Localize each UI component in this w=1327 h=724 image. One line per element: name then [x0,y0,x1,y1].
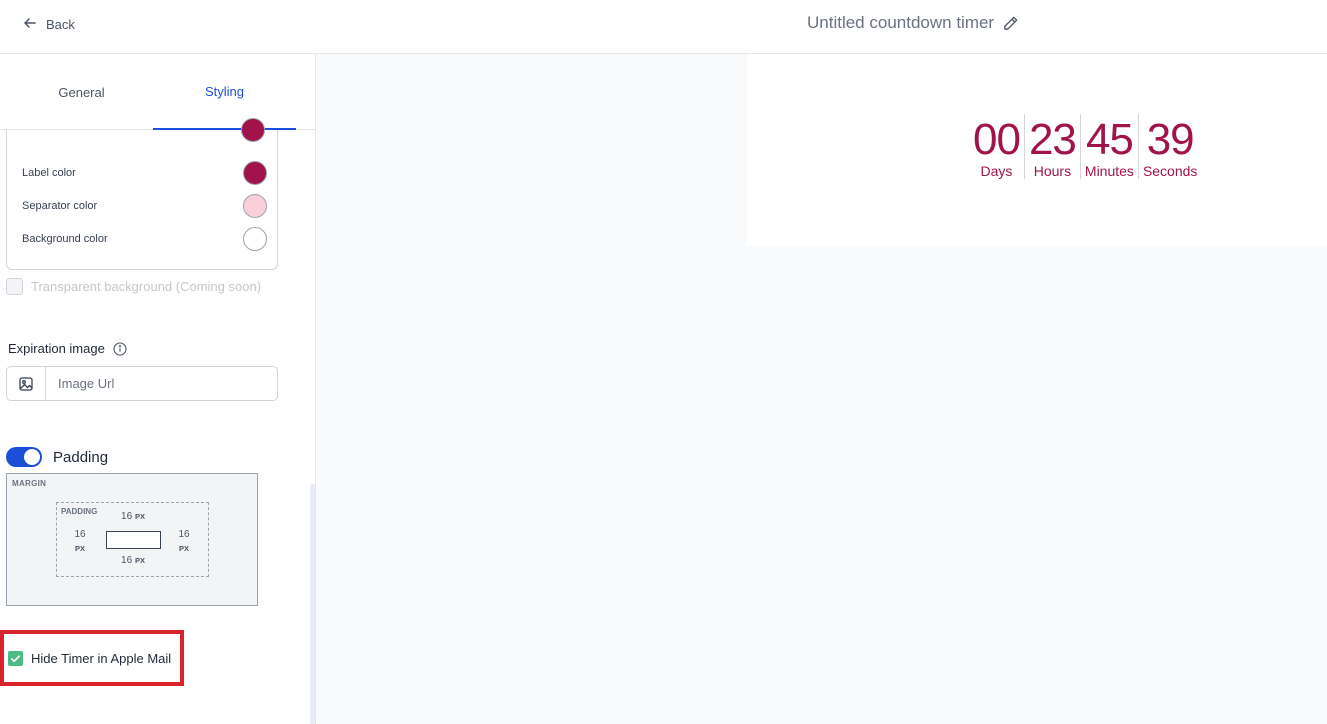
top-bar: Back Untitled countdown timer [0,0,1327,54]
image-icon [7,367,46,400]
back-button[interactable]: Back [22,14,75,34]
timer-preview: 00 Days 23 Hours 45 Minutes 39 Seconds [747,54,1327,246]
back-label: Back [46,16,75,32]
timer-hours-value: 23 [1028,115,1077,164]
hide-apple-mail-label: Hide Timer in Apple Mail [31,650,172,666]
padding-left-value[interactable]: 16 PX [67,528,93,556]
toggle-knob [24,449,40,465]
timer-minutes-label: Minutes [1084,163,1134,179]
countdown-timer: 00 Days 23 Hours 45 Minutes 39 Seconds [969,114,1201,179]
image-url-field [6,366,278,401]
timer-days-value: 00 [973,115,1021,164]
padding-bottom-number: 16 [121,555,133,566]
background-color-label: Background color [22,233,108,245]
padding-bottom-unit: PX [134,556,145,565]
padding-label: Padding [53,448,109,466]
arrow-left-icon [22,15,38,34]
hide-apple-mail-option: Hide Timer in Apple Mail [0,630,184,686]
timer-days-label: Days [980,163,1013,179]
content-box [106,531,161,549]
tab-bar: General Styling [0,54,315,130]
image-url-input[interactable] [46,367,266,400]
separator-color-row: Separator color [22,193,267,219]
padding-top-value[interactable]: 16 PX [113,510,153,524]
timer-unit-minutes: 45 Minutes [1079,114,1138,179]
preview-canvas: 00 Days 23 Hours 45 Minutes 39 Seconds [316,54,1327,724]
color-settings-box: Label color Separator color Background c… [6,118,278,270]
padding-toggle[interactable] [6,447,42,467]
padding-toggle-row: Padding [6,447,108,467]
panel-scrollbar[interactable] [310,484,315,724]
tab-general[interactable]: General [10,54,153,130]
timer-hours-label: Hours [1033,163,1072,179]
timer-unit-days: 00 Days [969,114,1024,179]
label-color-label: Label color [22,167,76,179]
info-icon[interactable] [113,341,127,356]
timer-unit-seconds: 39 Seconds [1137,114,1201,179]
pencil-icon[interactable] [1002,15,1019,32]
expiration-image-heading: Expiration image [8,341,127,356]
separator-color-swatch[interactable] [243,194,267,218]
title-area: Untitled countdown timer [807,13,1019,33]
label-color-swatch[interactable] [243,161,267,185]
transparent-background-label: Transparent background (Coming soon) [31,279,262,294]
padding-box: PADDING 16 PX 16 PX 16 PX 16 PX [56,502,209,577]
timer-seconds-label: Seconds [1142,163,1198,179]
separator-color-label: Separator color [22,200,98,212]
padding-top-unit: PX [134,512,145,521]
padding-right-value[interactable]: 16 PX [171,528,197,556]
tab-styling[interactable]: Styling [153,54,296,130]
padding-top-number: 16 [121,511,133,522]
padding-left-number: 16 [74,529,86,540]
hide-apple-mail-checkbox[interactable] [8,650,23,666]
padding-right-unit: PX [178,544,189,553]
timer-seconds-value: 39 [1146,115,1195,164]
padding-left-unit: PX [74,544,85,553]
background-color-row: Background color [22,226,267,252]
timer-minutes-value: 45 [1085,115,1134,164]
padding-bottom-value[interactable]: 16 PX [113,554,153,568]
timer-unit-hours: 23 Hours [1023,114,1080,179]
label-color-row: Label color [22,160,267,186]
transparent-background-option: Transparent background (Coming soon) [6,278,261,295]
padding-box-label: PADDING [61,507,98,516]
check-icon [11,654,20,662]
color-swatch-partial[interactable] [241,118,265,142]
margin-label: MARGIN [12,479,47,488]
page-title: Untitled countdown timer [807,13,995,32]
background-color-swatch[interactable] [243,227,267,251]
transparent-background-checkbox[interactable] [6,278,23,295]
settings-panel: General Styling Label color Separator co… [0,54,316,724]
padding-right-number: 16 [178,529,190,540]
expiration-image-label: Expiration image [8,341,105,356]
margin-box: MARGIN PADDING 16 PX 16 PX 16 PX 16 PX [6,473,258,606]
